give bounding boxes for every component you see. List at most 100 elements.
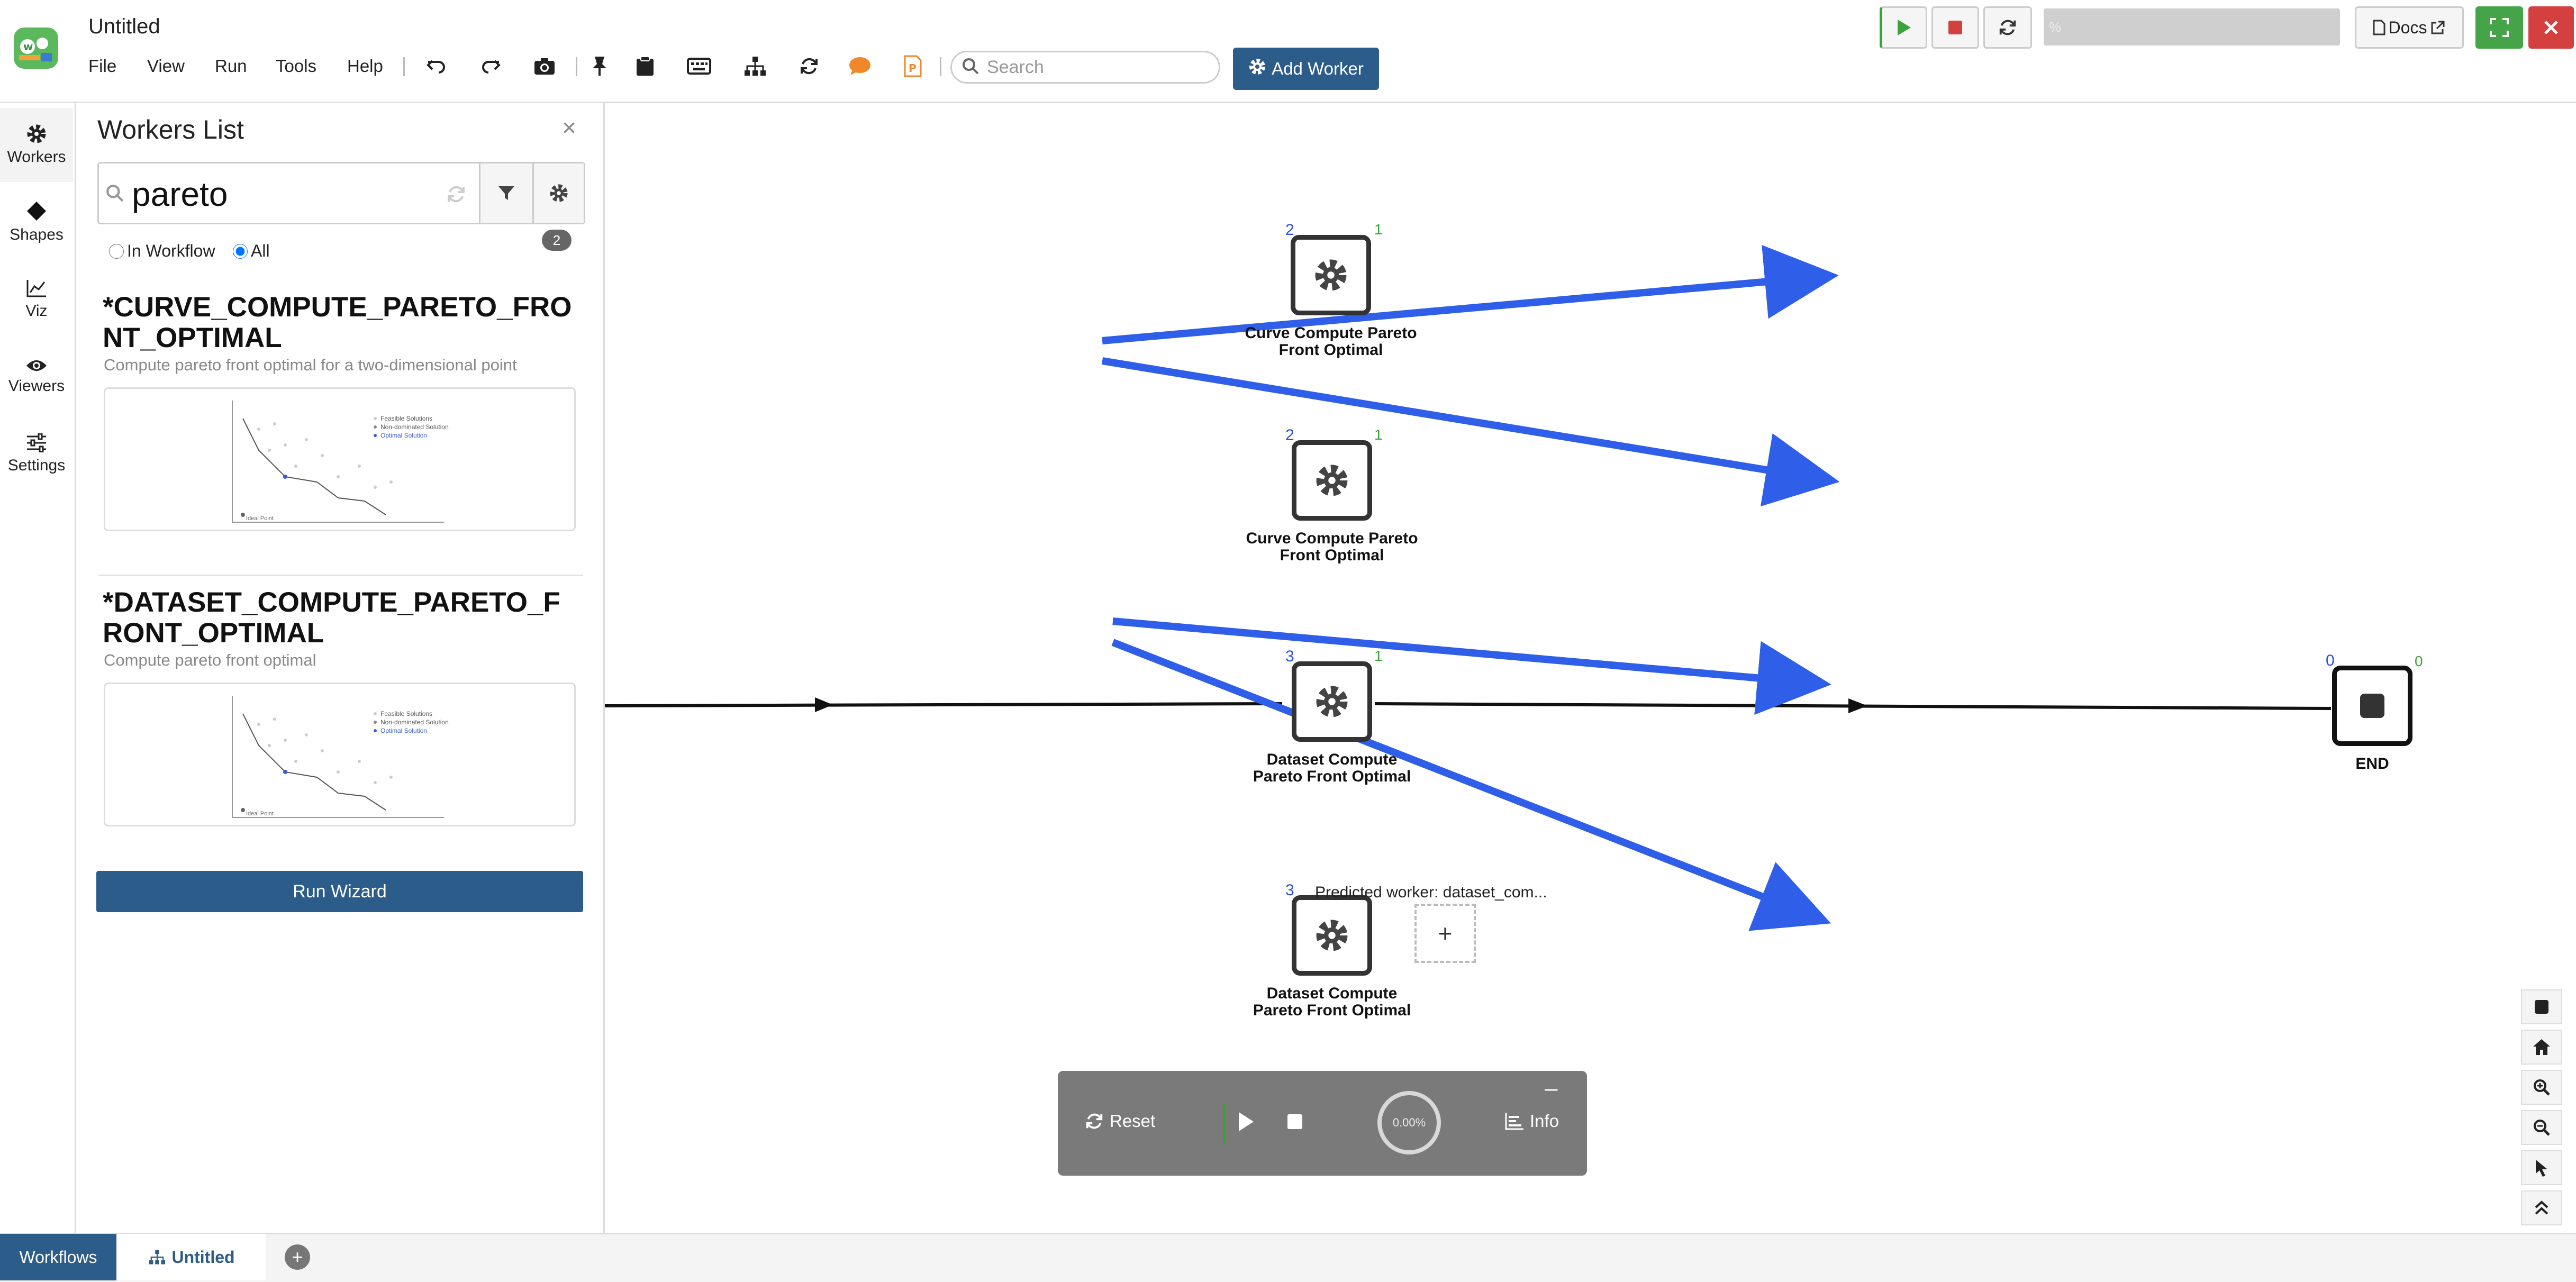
menu-file[interactable]: File [88,56,116,76]
progress-circle: 0.00% [1377,1091,1441,1154]
docs-button[interactable]: Docs [2355,6,2464,49]
info-button[interactable]: Info [1504,1111,1559,1131]
gear-icon [550,184,568,202]
app-title[interactable]: Untitled [88,15,160,39]
input-port-count: 3 [1285,648,1294,665]
worker-title[interactable]: *DATASET_COMPUTE_PARETO_FRONT_OPTIMAL [103,587,579,649]
select-tool-button[interactable] [2521,1150,2562,1185]
stop-icon [2360,694,2384,718]
svg-text:P: P [909,62,917,75]
rail-item-label: Viewers [8,377,65,395]
play-button[interactable] [1238,1111,1255,1132]
powerpoint-icon[interactable]: P [897,51,928,81]
stop-button[interactable] [1286,1113,1303,1130]
redo-icon[interactable] [475,51,506,81]
rail-item-viz[interactable]: Viz [0,262,73,337]
camera-icon[interactable] [529,51,560,81]
add-worker-button[interactable]: Add Worker [1233,48,1379,90]
zoom-in-button[interactable] [2521,1070,2562,1105]
rail-item-viewers[interactable]: Viewers [0,340,73,414]
search-input[interactable] [950,51,1220,84]
end-node[interactable] [2332,666,2412,746]
radio-button[interactable] [109,243,124,259]
reset-button[interactable]: Reset [1084,1111,1155,1131]
stop-icon [1948,21,1962,34]
node-label: Dataset Compute Pareto Front Optimal [1253,985,1411,1019]
input-port-count: 2 [1285,221,1294,239]
refresh-icon [1999,20,2016,35]
document-icon [2373,20,2385,35]
search-icon [962,57,979,78]
rail-item-shapes[interactable]: Shapes [0,185,73,259]
refresh-icon[interactable] [794,51,824,81]
radio-button[interactable] [233,243,248,259]
menu-run[interactable]: Run [215,56,247,76]
thumb-legend-nondominated: Non-dominated Solutions [380,719,449,726]
sitemap-icon[interactable] [740,51,770,81]
diamond-icon [27,202,46,221]
workflow-canvas[interactable]: 2 1 Curve Compute Pareto Front Optimal 2 … [605,103,2576,1233]
tab-workflows[interactable]: Workflows [0,1234,116,1280]
play-icon [1898,20,1911,35]
comment-icon[interactable] [845,51,875,81]
reload-button[interactable] [1983,6,2032,49]
close-panel-icon[interactable]: × [562,113,576,142]
app-logo: w [12,25,60,71]
zoom-fit-button[interactable] [2521,989,2562,1024]
filter-button[interactable] [480,163,532,223]
run-workflow-button[interactable] [1880,6,1927,49]
fullscreen-button[interactable] [2475,6,2523,49]
in-workflow-radio[interactable]: In Workflow [109,241,215,261]
home-button[interactable] [2521,1030,2562,1065]
filter-settings-button[interactable] [534,163,584,223]
undo-icon[interactable] [421,51,452,81]
keyboard-icon[interactable] [684,51,714,81]
workflow-node[interactable] [1291,235,1371,315]
all-radio[interactable]: All [233,241,270,261]
zoom-in-icon [2534,1079,2550,1096]
gear-icon [27,124,46,143]
divider [1223,1104,1226,1144]
search-field[interactable] [986,56,1210,78]
filter-icon [498,186,514,200]
worker-filter-input[interactable] [131,174,450,214]
node-label: Curve Compute Pareto Front Optimal [1245,324,1417,359]
drag-arrow [1101,357,1840,507]
rail-item-settings[interactable]: Settings [0,417,73,491]
left-sidebar: Workers Shapes Viz Viewers Settings [0,103,76,1233]
rail-item-label: Settings [7,457,66,474]
close-icon [2544,21,2558,34]
zoom-out-button[interactable] [2521,1110,2562,1145]
gear-icon [1316,465,1348,496]
pin-icon[interactable] [584,51,615,81]
worker-thumbnail[interactable]: Feasible Solutions Non-dominated Solutio… [104,387,576,531]
run-control-panel: – Reset 0.00% Info [1058,1071,1587,1176]
worker-title[interactable]: *CURVE_COMPUTE_PARETO_FRONT_OPTIMAL [103,292,579,353]
worker-filter [97,162,585,224]
menu-tools[interactable]: Tools [276,56,316,76]
clipboard-icon[interactable] [630,51,660,81]
close-button[interactable] [2528,6,2574,49]
workflow-node[interactable] [1292,895,1372,976]
stray-mark [1802,462,1809,468]
add-predicted-worker-button[interactable]: + [1414,904,1476,963]
search-icon [106,185,124,202]
tab-untitled[interactable]: Untitled [117,1234,266,1280]
run-wizard-button[interactable]: Run Wizard [96,871,583,912]
workflow-node[interactable] [1292,440,1372,521]
collapse-button[interactable] [2521,1190,2562,1225]
drag-arrow [1112,617,1831,715]
workflow-progress-bar [2044,8,2340,46]
stop-workflow-button[interactable] [1931,6,1979,49]
minimize-panel-button[interactable]: – [1545,1075,1557,1102]
home-icon [2533,1039,2550,1055]
info-label: Info [1530,1111,1559,1131]
thumb-legend-feasible: Feasible Solutions [380,415,432,422]
menu-view[interactable]: View [147,56,185,76]
workflow-node[interactable] [1292,661,1372,742]
input-port-count: 3 [1285,881,1294,899]
rail-item-workers[interactable]: Workers [0,108,73,182]
worker-thumbnail[interactable]: Feasible Solutions Non-dominated Solutio… [104,683,576,826]
menu-help[interactable]: Help [347,56,383,76]
add-tab-button[interactable]: + [285,1244,310,1270]
